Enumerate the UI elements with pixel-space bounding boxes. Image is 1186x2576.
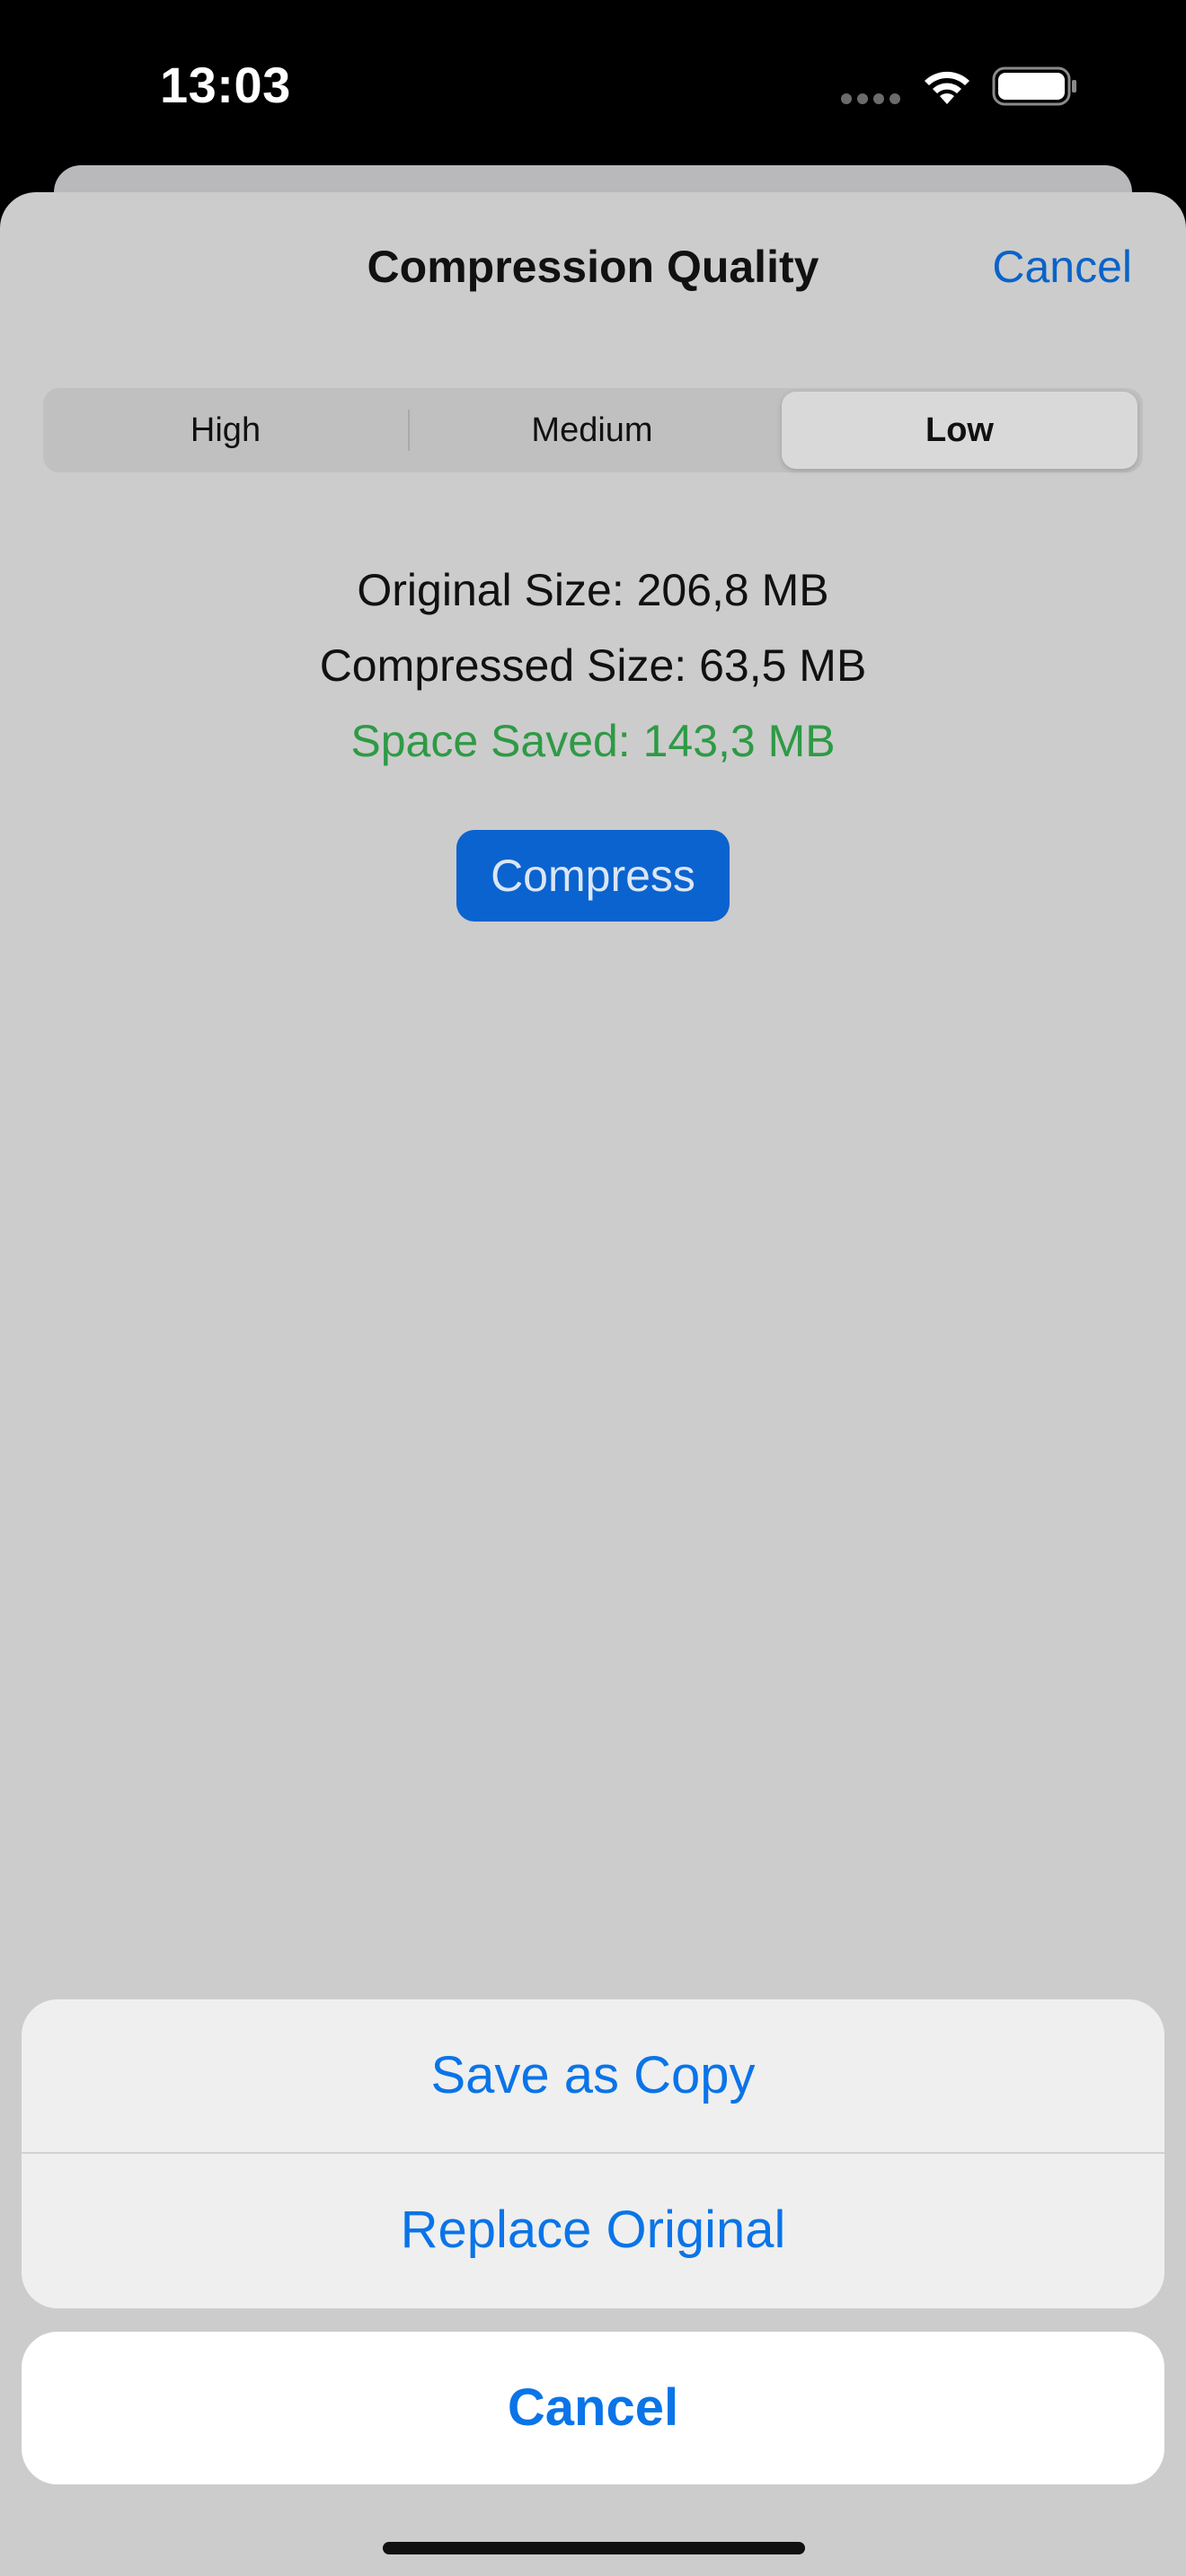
home-indicator[interactable] bbox=[383, 2542, 805, 2554]
signal-dots-icon bbox=[841, 93, 902, 104]
battery-icon bbox=[992, 66, 1076, 106]
sheet-cancel-button[interactable]: Cancel bbox=[992, 241, 1132, 293]
replace-original-button[interactable]: Replace Original bbox=[22, 2154, 1164, 2307]
segment-low[interactable]: Low bbox=[782, 392, 1137, 469]
action-sheet-group: Save as Copy Replace Original bbox=[22, 1999, 1164, 2308]
space-saved-label: Space Saved: 143,3 MB bbox=[350, 716, 836, 766]
segment-medium[interactable]: Medium bbox=[408, 388, 776, 472]
status-time: 13:03 bbox=[160, 57, 291, 113]
screen: 13:03 Compression Quality Cancel High Me… bbox=[0, 0, 1186, 2576]
wifi-icon bbox=[925, 71, 969, 104]
compressed-size-label: Compressed Size: 63,5 MB bbox=[319, 640, 867, 691]
action-cancel-button[interactable]: Cancel bbox=[22, 2332, 1164, 2484]
quality-segmented-control: High Medium Low bbox=[43, 388, 1143, 472]
segment-high[interactable]: High bbox=[43, 388, 408, 472]
compress-button[interactable]: Compress bbox=[456, 830, 730, 922]
original-size-label: Original Size: 206,8 MB bbox=[357, 565, 829, 615]
save-as-copy-button[interactable]: Save as Copy bbox=[22, 1999, 1164, 2152]
